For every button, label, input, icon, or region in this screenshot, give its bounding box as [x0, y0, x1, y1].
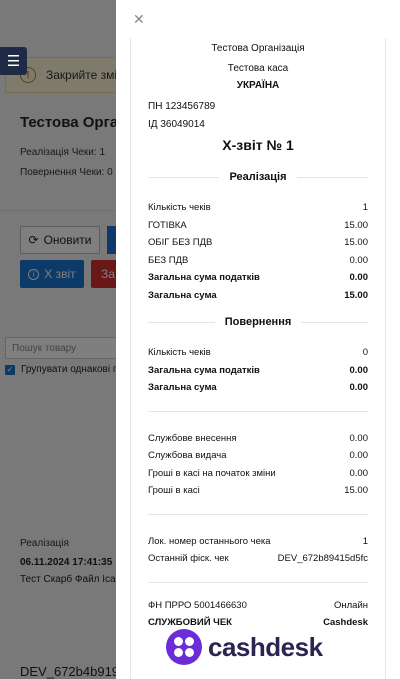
receipt-row: Загальна сума податків 0.00: [148, 362, 368, 380]
receipt-country: УКРАЇНА: [236, 80, 280, 91]
receipt-row: Кількість чеків 1: [148, 199, 368, 217]
row-label: Кількість чеків: [148, 202, 211, 214]
receipt-title: Х-звіт № 1: [222, 137, 294, 153]
row-value: 15.00: [344, 485, 368, 497]
last-receipt-rows: Лок. номер останнього чека 1 Останній фіск…: [148, 533, 368, 568]
receipt-row: Кількість чеків 0: [148, 344, 368, 362]
row-value: 0.00: [349, 364, 369, 376]
receipt-row: Лок. номер останнього чека 1: [148, 533, 368, 551]
row-value: DEV_672b89415d5fc: [277, 553, 368, 565]
row-value: 0.00: [349, 382, 369, 394]
receipt-row: Службова видача 0.00: [148, 447, 368, 465]
x-report-receipt: Тестова Організація Тестова каса УКРАЇНА…: [130, 38, 386, 679]
divider: [148, 410, 368, 412]
row-value: Онлайн: [333, 599, 368, 611]
cashdesk-logo-text: cashdesk: [208, 631, 323, 662]
row-label: Кількість чеків: [148, 347, 211, 359]
receipt-row: ФН ПРРО 5001466630 Онлайн: [148, 597, 368, 615]
row-label: Загальна сума податків: [148, 364, 260, 376]
hamburger-menu-icon[interactable]: ☰: [0, 47, 27, 75]
cash-rows: Службове внесення 0.00 Службова видача 0.00…: [148, 430, 368, 500]
receipt-pn: ПН 123456789: [148, 101, 216, 112]
divider: [148, 581, 368, 583]
row-label: БЕЗ ПДВ: [148, 254, 189, 266]
receipt-row: Гроші в касі 15.00: [148, 482, 368, 500]
report-drawer: ✕ Тестова Організація Тестова каса УКРАЇ…: [116, 0, 400, 679]
receipt-row: Загальна сума 0.00: [148, 379, 368, 397]
divider: [148, 513, 368, 515]
receipt-id: ІД 36049014: [148, 119, 205, 130]
row-value: 1: [362, 535, 368, 547]
row-label: ОБІГ БЕЗ ПДВ: [148, 237, 213, 249]
receipt-row: ГОТІВКА 15.00: [148, 217, 368, 235]
row-label: Гроші в касі: [148, 485, 200, 497]
row-label: СЛУЖБОВИЙ ЧЕК: [148, 617, 232, 629]
row-value: 0.00: [349, 467, 369, 479]
footer-rows: ФН ПРРО 5001466630 Онлайн СЛУЖБОВИЙ ЧЕК Cas…: [148, 597, 368, 632]
returns-section-title: Повернення: [148, 316, 368, 328]
cashdesk-logo: cashdesk: [166, 629, 323, 665]
sales-rows: Кількість чеків 1 ГОТІВКА 15.00 ОБІГ БЕЗ ПДВ…: [148, 199, 368, 304]
row-value: Cashdesk: [323, 617, 368, 629]
receipt-row: Гроші в касі на початок зміни 0.00: [148, 465, 368, 483]
row-value: 0: [362, 347, 368, 359]
returns-rows: Кількість чеків 0 Загальна сума податків 0.…: [148, 344, 368, 397]
receipt-row: Загальна сума податків 0.00: [148, 269, 368, 287]
row-value: 15.00: [344, 289, 368, 301]
receipt-cash-register: Тестова каса: [227, 63, 289, 74]
row-label: Останній фіск. чек: [148, 553, 229, 565]
row-label: ФН ПРРО 5001466630: [148, 599, 247, 611]
receipt-row: Загальна сума 15.00: [148, 287, 368, 305]
close-icon[interactable]: ✕: [133, 12, 147, 26]
row-label: Загальна сума податків: [148, 272, 260, 284]
row-value: 0.00: [349, 254, 369, 266]
sales-section-title: Реалізація: [148, 171, 368, 183]
receipt-org: Тестова Організація: [211, 43, 305, 54]
row-label: ГОТІВКА: [148, 219, 187, 231]
receipt-row: Службове внесення 0.00: [148, 430, 368, 448]
row-value: 0.00: [349, 450, 369, 462]
row-value: 0.00: [349, 432, 369, 444]
receipt-row: Останній фіск. чек DEV_672b89415d5fc: [148, 550, 368, 568]
row-value: 1: [362, 202, 368, 214]
cashdesk-logo-icon: [166, 629, 202, 665]
row-label: Службова видача: [148, 450, 227, 462]
row-label: Лок. номер останнього чека: [148, 535, 271, 547]
row-label: Службове внесення: [148, 432, 237, 444]
receipt-row: БЕЗ ПДВ 0.00: [148, 252, 368, 270]
row-label: Загальна сума: [148, 382, 217, 394]
row-value: 15.00: [344, 219, 368, 231]
row-value: 15.00: [344, 237, 368, 249]
receipt-row: ОБІГ БЕЗ ПДВ 15.00: [148, 234, 368, 252]
row-value: 0.00: [349, 272, 369, 284]
row-label: Гроші в касі на початок зміни: [148, 467, 276, 479]
row-label: Загальна сума: [148, 289, 217, 301]
